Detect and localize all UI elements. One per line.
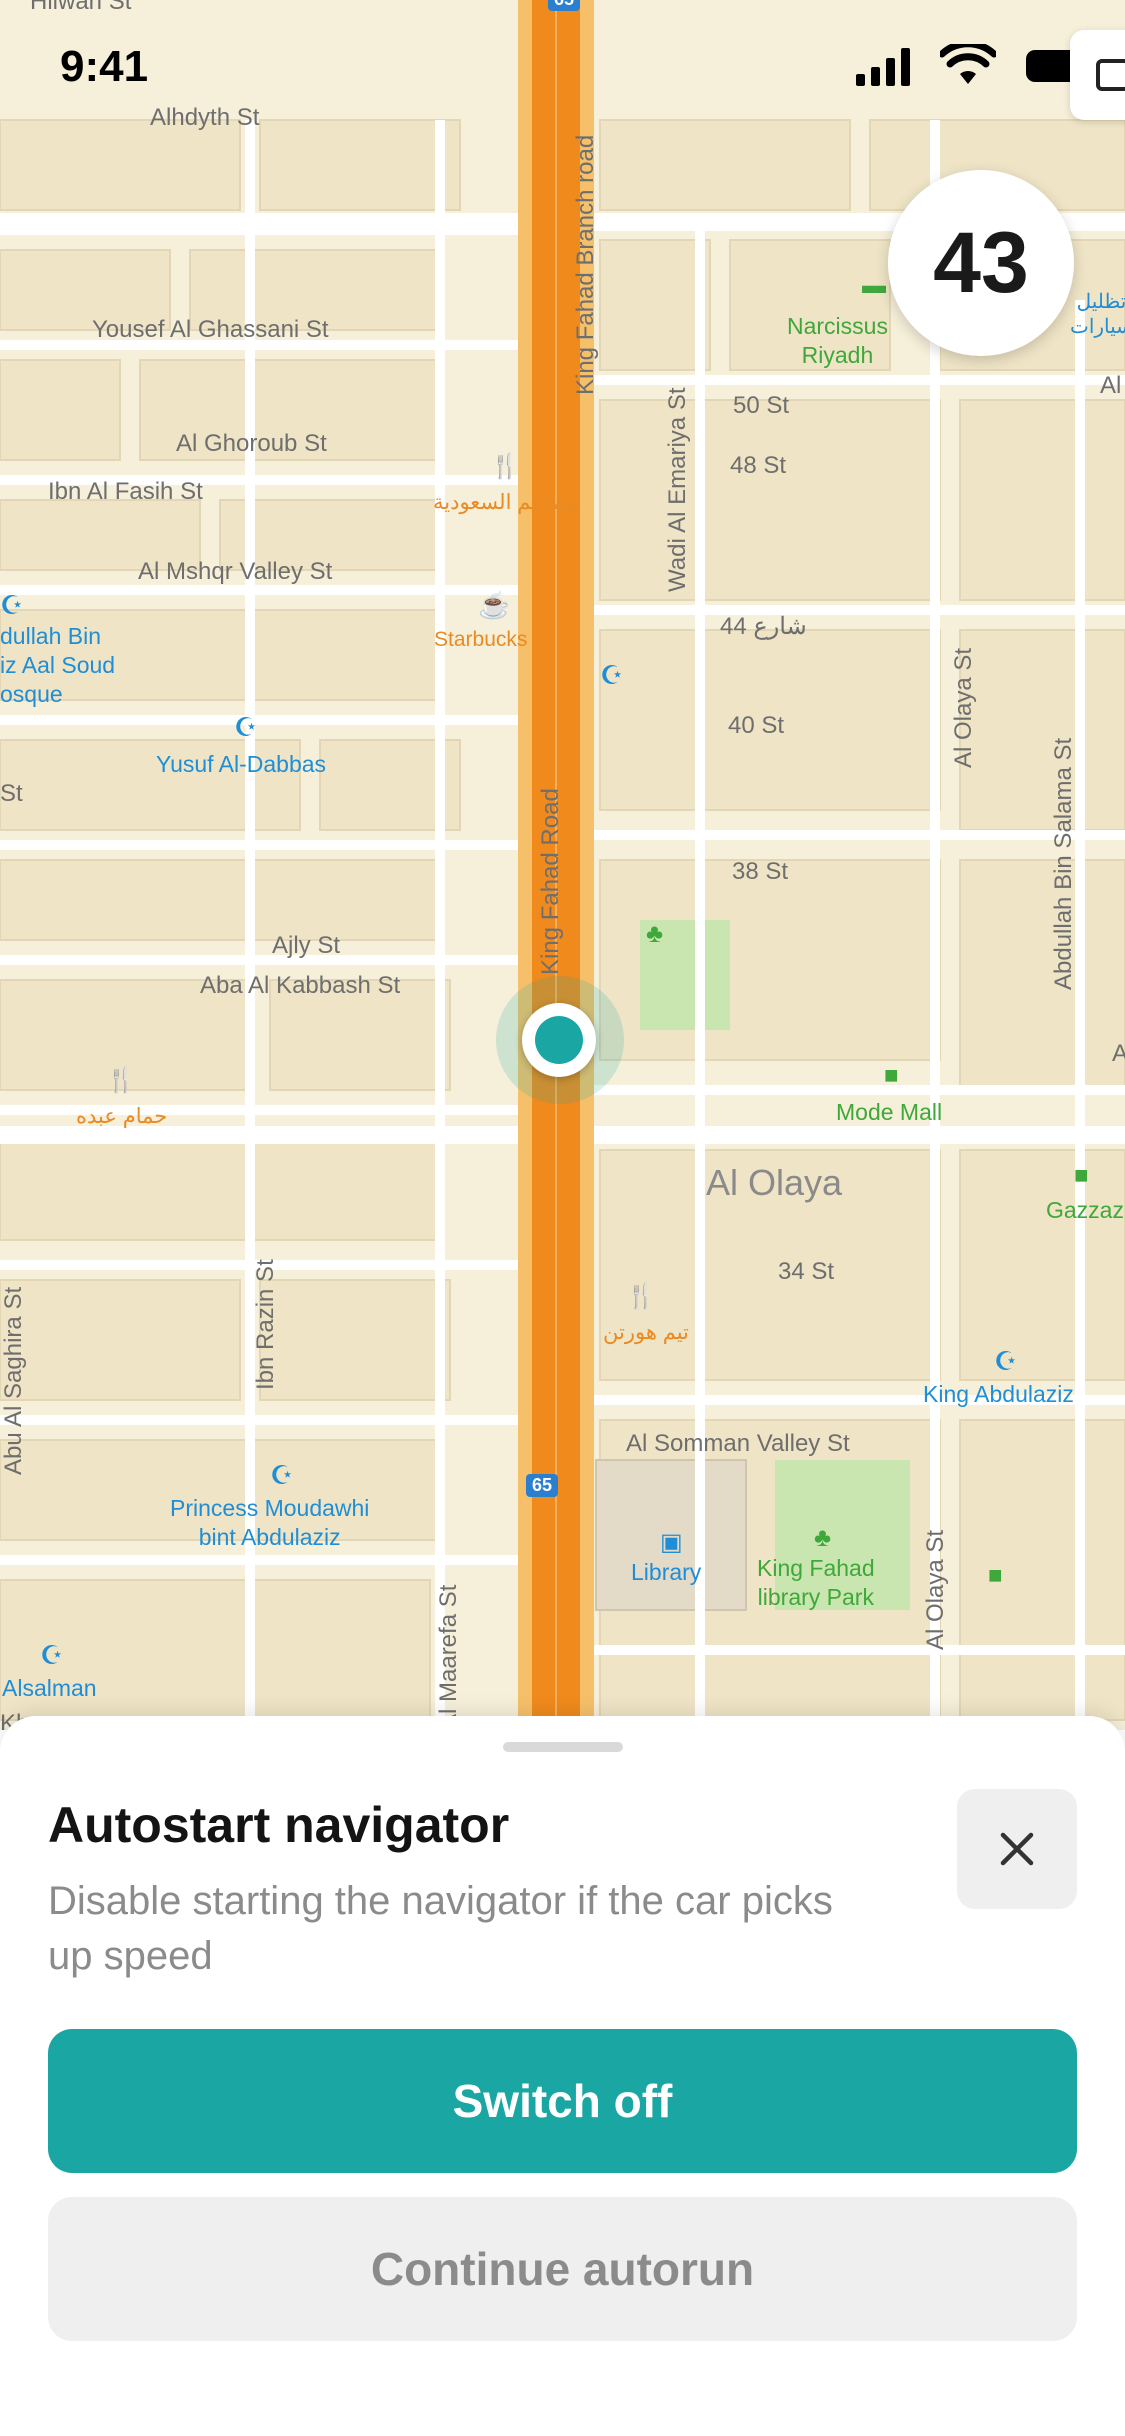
poi-library[interactable]: Library [631, 1558, 701, 1587]
street-label: 50 St [733, 392, 790, 419]
hotel-icon: ▬ [862, 272, 886, 299]
sheet-description: Disable starting the navigator if the ca… [48, 1879, 833, 1978]
street-label: Yousef Al Ghassani St [92, 316, 329, 343]
poi-tim-hortons[interactable]: تيم هورتن [603, 1320, 689, 1345]
poi-yusuf-al-dabbas[interactable]: Yusuf Al-Dabbas [156, 750, 326, 779]
coffee-icon: ☕ [478, 590, 511, 620]
street-label: Al Mshqr Valley St [138, 558, 333, 585]
district-label: Al Olaya [706, 1162, 843, 1203]
street-label: 38 St [732, 858, 789, 885]
poi-king-fahad-library-park[interactable]: King Fahad library Park [757, 1554, 875, 1612]
sheet-grabber[interactable] [503, 1742, 623, 1752]
restaurant-icon: 🍴 [106, 1067, 136, 1094]
poi-gazzaz[interactable]: Gazzaz [1046, 1196, 1124, 1225]
street-label: Al Olaya St [950, 647, 977, 768]
street-label: Ibn Al Fasih St [48, 478, 203, 505]
mosque-icon: ☪ [270, 1460, 294, 1490]
street-label: King Fahad Branch road [572, 134, 599, 395]
restaurant-icon: 🍴 [490, 453, 520, 480]
mosque-icon: ☪ [994, 1346, 1018, 1376]
restaurant-icon: 🍴 [626, 1283, 656, 1310]
wifi-icon [940, 44, 996, 84]
street-label: Ibn Razin St [252, 1259, 279, 1390]
street-label: Ajly St [272, 932, 341, 959]
street-label: 40 St [728, 712, 785, 739]
layers-icon [1096, 59, 1125, 91]
street-label: Abdullah Bin Salama St [1050, 737, 1077, 990]
poi-alsalman[interactable]: Alsalman [2, 1674, 97, 1703]
street-label: Al Maarefa St [435, 1584, 462, 1730]
park-icon: ♣ [646, 918, 664, 948]
shopping-bag-icon: ■ [988, 1562, 1003, 1589]
street-label: Al [1100, 372, 1122, 399]
status-time: 9:41 [60, 42, 149, 91]
map-layer-button[interactable] [1070, 30, 1125, 120]
continue-autorun-button[interactable]: Continue autorun [48, 2197, 1077, 2341]
street-label: Wadi Al Emariya St [664, 387, 691, 592]
highway-shield: 65 [526, 1474, 559, 1497]
street-label: 48 St [730, 452, 787, 479]
street-label: Aba Al Kabbash St [200, 972, 401, 999]
shopping-bag-icon: ■ [884, 1062, 899, 1089]
status-bar: 9:41 [0, 0, 1125, 140]
street-label: 34 St [778, 1258, 835, 1285]
current-location-marker [522, 1003, 596, 1077]
switch-off-button[interactable]: Switch off [48, 2029, 1077, 2173]
street-label: Al Somman Valley St [626, 1430, 850, 1457]
library-icon: ▣ [660, 1529, 683, 1556]
street-label: St [0, 780, 23, 807]
street-label: Abu Al Saghira St [0, 1286, 27, 1475]
street-label: 44 شارع [720, 613, 807, 640]
mosque-icon: ☪ [0, 590, 24, 620]
poi-king-abdulaziz[interactable]: King Abdulaziz [923, 1380, 1074, 1409]
location-dot [535, 1016, 583, 1064]
street-label: Al Olaya St [922, 1529, 949, 1650]
poi-saudi-restaurant[interactable]: مطاعم السعودية [433, 490, 579, 515]
close-button[interactable] [957, 1789, 1077, 1909]
shopping-bag-icon: ■ [1074, 1162, 1089, 1189]
mosque-icon: ☪ [234, 712, 258, 742]
street-label: Al Ghoroub St [176, 430, 327, 457]
sheet-title: Autostart navigator [48, 1797, 510, 1853]
autostart-bottom-sheet: Autostart navigator Disable starting the… [0, 1716, 1125, 2436]
mosque-icon: ☪ [40, 1640, 64, 1670]
mosque-icon: ☪ [600, 660, 624, 690]
poi-mode-mall[interactable]: Mode Mall [836, 1098, 942, 1127]
street-label: A [1112, 1040, 1125, 1067]
poi-starbucks[interactable]: Starbucks [434, 628, 527, 652]
poi-narcissus[interactable]: Narcissus Riyadh [787, 312, 888, 370]
poi-princess-moudawhi[interactable]: Princess Moudawhi bint Abdulaziz [170, 1494, 369, 1552]
close-icon [1000, 1832, 1034, 1866]
cellular-signal-icon [856, 48, 910, 86]
speed-value: 43 [933, 214, 1029, 311]
park-icon: ♣ [814, 1522, 832, 1552]
speed-badge: 43 [888, 170, 1074, 356]
poi-abdullah-mosque[interactable]: dullah Bin iz Aal Soud osque [0, 622, 115, 708]
poi-hammam[interactable]: حمام عبده [76, 1104, 167, 1129]
street-label: King Fahad Road [537, 788, 564, 975]
poi-arabic-right[interactable]: تظليل سيارات [1070, 290, 1125, 340]
